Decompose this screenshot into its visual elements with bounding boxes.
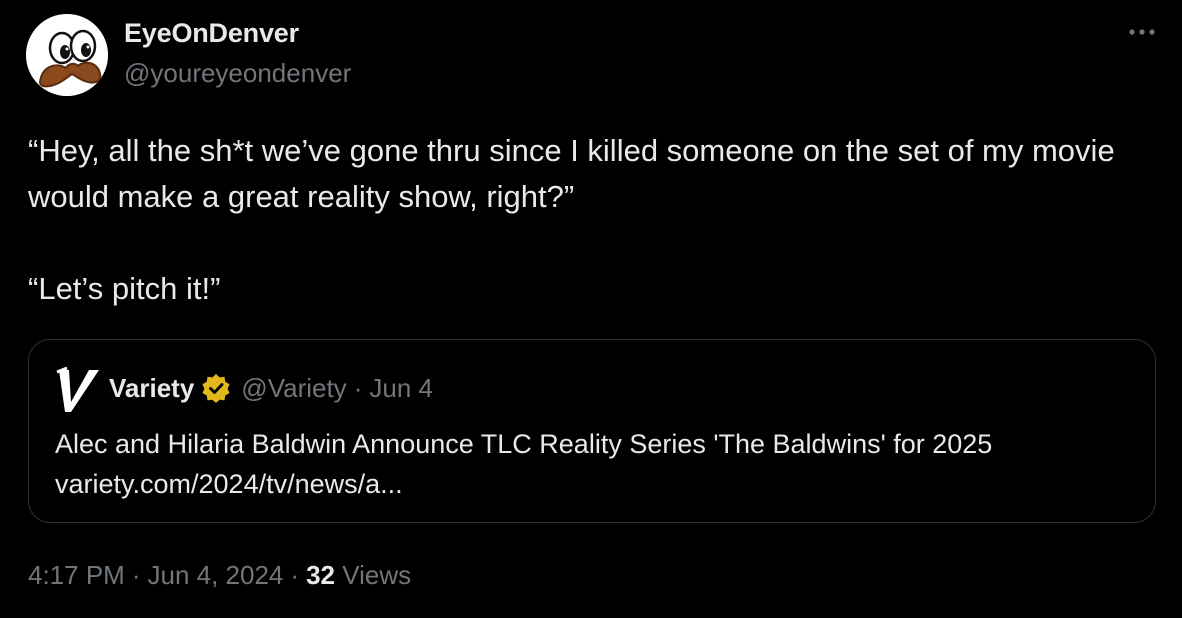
more-horizontal-icon	[1129, 29, 1155, 35]
separator-dot: ·	[290, 560, 300, 590]
separator-dot: ·	[353, 372, 363, 403]
separator-dot: ·	[131, 560, 141, 590]
quoted-tweet-link[interactable]: variety.com/2024/tv/news/a...	[55, 464, 1135, 504]
quoted-tweet-card[interactable]: Variety @Variety · Jun 4 Alec and Hilari…	[28, 339, 1156, 523]
quoted-tweet-text: Alec and Hilaria Baldwin Announce TLC Re…	[55, 424, 1135, 504]
quoted-tweet-title: Alec and Hilaria Baldwin Announce TLC Re…	[55, 429, 993, 459]
tweet-paragraph: “Let’s pitch it!”	[28, 271, 221, 306]
quoted-author-name[interactable]: Variety	[109, 373, 194, 404]
quoted-author-handle[interactable]: @Variety	[241, 373, 346, 404]
quoted-tweet-date[interactable]: Jun 4	[369, 373, 433, 404]
views-count[interactable]: 32	[306, 560, 335, 590]
verified-badge-icon	[201, 373, 231, 403]
tweet-time[interactable]: 4:17 PM	[28, 560, 125, 590]
tweet-metadata: 4:17 PM · Jun 4, 2024 · 32 Views	[28, 560, 411, 591]
author-display-name[interactable]: EyeOnDenver	[124, 18, 299, 49]
avatar[interactable]	[26, 14, 108, 96]
tweet-paragraph: “Hey, all the sh*t we’ve gone thru since…	[28, 133, 1115, 214]
tweet-text: “Hey, all the sh*t we’ve gone thru since…	[28, 128, 1158, 312]
quoted-tweet-header: Variety @Variety · Jun 4	[55, 362, 433, 414]
author-handle[interactable]: @youreyeondenver	[124, 58, 351, 89]
tweet: EyeOnDenver @youreyeondenver “Hey, all t…	[0, 0, 1182, 618]
views-label[interactable]: Views	[342, 560, 411, 590]
tweet-date[interactable]: Jun 4, 2024	[148, 560, 284, 590]
cartoon-eyes-mustache-avatar-icon	[26, 14, 108, 96]
variety-logo-icon[interactable]	[55, 362, 101, 414]
more-options-button[interactable]	[1124, 20, 1160, 44]
